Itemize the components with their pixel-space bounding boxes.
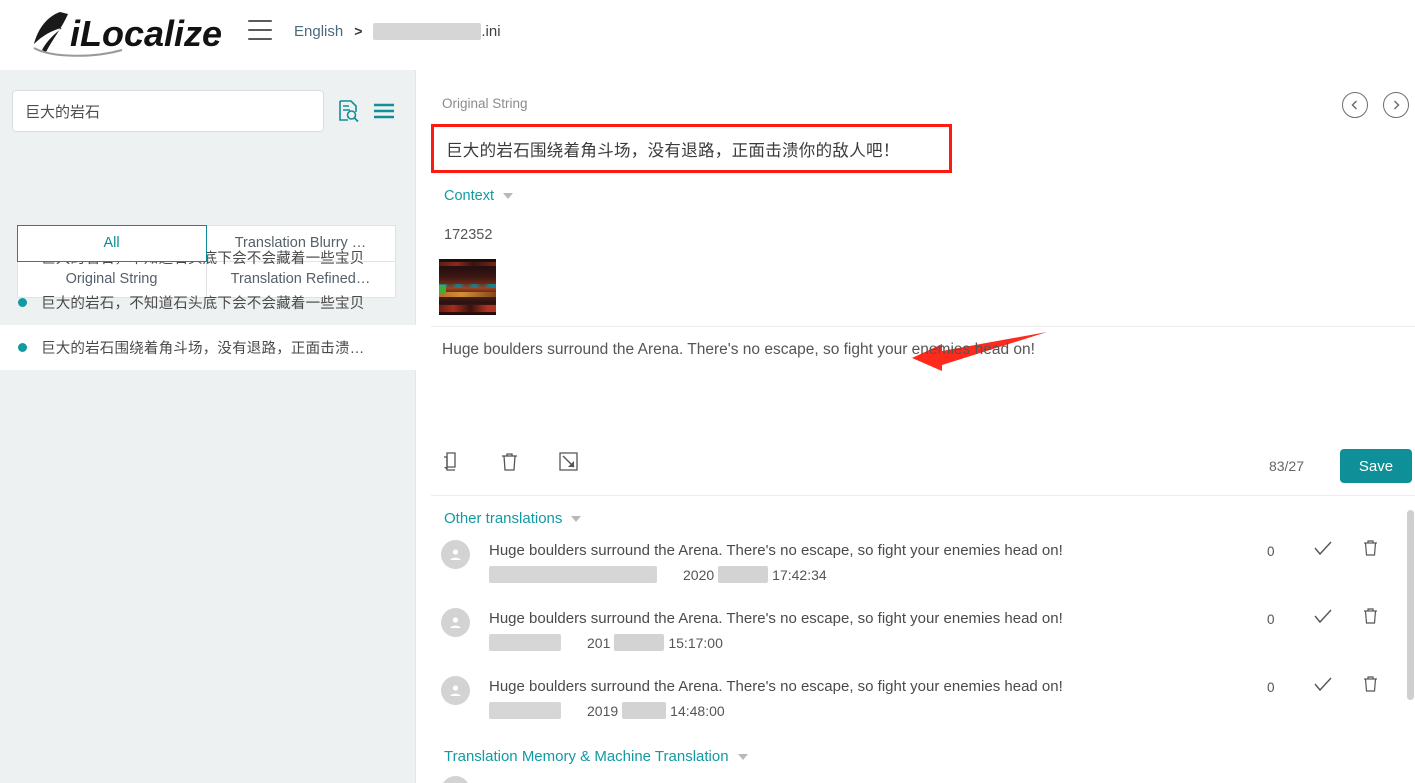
approve-icon[interactable] [1313,540,1333,558]
original-string-label: Original String [442,96,528,111]
search-row [12,90,404,132]
original-string-box: 巨大的岩石围绕着角斗场，没有退路，正面击溃你的敌人吧！ [431,124,952,173]
other-translation-count: 0 [1267,680,1275,695]
save-button[interactable]: Save [1340,449,1412,483]
avatar [441,608,470,637]
filter-all-label: All [103,235,120,251]
copy-icon[interactable] [442,452,460,472]
other-translation-text: Huge boulders surround the Arena. There'… [489,678,1063,695]
other-translation-meta: 2020 17:42:34 [489,566,827,583]
translation-toolbar [442,452,578,472]
list-item-selected[interactable]: 巨大的岩石围绕着角斗场，没有退路，正面击溃… [0,325,416,370]
redacted-date [614,634,665,651]
translation-memory-label: Translation Memory & Machine Translation [444,748,729,765]
delete-icon[interactable] [1363,539,1378,557]
redacted-author [489,634,561,651]
main-panel: Original String 巨大的岩石围绕着角斗场，没有退路，正面击溃你的敌… [417,70,1415,783]
redacted-date [622,702,667,719]
divider [431,326,1415,327]
svg-text:iLocalize: iLocalize [70,13,222,54]
document-search-icon[interactable] [338,100,359,123]
other-translation-date: 2019 [587,702,619,719]
filter-all[interactable]: All [16,224,207,262]
breadcrumb-language[interactable]: English [294,23,343,40]
scrollbar-thumb[interactable] [1407,510,1414,700]
chevron-down-icon [571,515,582,522]
translation-memory-toggle[interactable]: Translation Memory & Machine Translation [444,748,748,765]
redacted-date [718,566,769,583]
delete-icon[interactable] [501,452,518,472]
redacted-filename [373,22,482,40]
other-translations-list: Huge boulders surround the Arena. There'… [417,532,1415,736]
list-item-label: 巨大的岩石围绕着角斗场，没有退路，正面击溃… [41,341,365,357]
character-count: 83/27 [1268,458,1304,474]
avatar [441,776,470,783]
original-string-text: 巨大的岩石围绕着角斗场，没有退路，正面击溃你的敌人吧！ [446,141,900,160]
list-item[interactable]: 巨大的岩石，不知道石头底下会不会藏着一些宝贝 [0,280,416,325]
other-translation-date: 2020 [683,566,715,583]
other-translation-text: Huge boulders surround the Arena. There'… [489,542,1063,559]
other-translations-label: Other translations [444,510,563,527]
breadcrumb-filename[interactable]: .ini [373,22,501,40]
ilocalize-logo[interactable]: iLocalize [22,6,222,62]
other-translation-text: Huge boulders surround the Arena. There'… [489,610,1063,627]
redacted-author [489,702,561,719]
other-translation-count: 0 [1267,612,1275,627]
approve-icon[interactable] [1313,608,1333,626]
other-translation-time: 15:17:00 [668,634,723,651]
list-menu-icon[interactable] [373,102,395,120]
table-row[interactable]: Huge boulders surround the Arena. There'… [417,532,1415,600]
status-bullet-icon [18,298,27,307]
sidebar: All Translation Blurry … Original String… [0,70,416,783]
other-translation-meta: 2019 14:48:00 [489,702,725,719]
prev-string-icon[interactable] [1342,92,1368,118]
breadcrumb-separator: > [354,23,363,39]
app-window: iLocalize English > .ini 巨大的岩石 All Trans… [0,0,1415,783]
other-translation-date: 201 [587,634,611,651]
other-translations-toggle[interactable]: Other translations [444,510,582,527]
search-input[interactable] [12,90,324,132]
divider [431,495,1415,496]
context-screenshot-thumbnail[interactable] [439,259,496,315]
avatar [441,676,470,705]
breadcrumb-file-suffix: .ini [481,22,501,40]
next-string-icon[interactable] [1383,92,1409,118]
translation-textarea[interactable]: Huge boulders surround the Arena. There'… [442,339,1392,361]
chevron-down-icon [502,193,513,199]
avatar [441,540,470,569]
context-section-toggle[interactable]: Context [444,188,513,204]
list-item-label: 巨大的岩石，不知道石头底下会不会藏着一些宝贝 [41,296,365,312]
context-id: 172352 [444,227,493,243]
approve-icon[interactable] [1313,676,1333,694]
context-label: Context [444,188,494,204]
chevron-down-icon [737,753,748,760]
other-translation-meta: 201 15:17:00 [489,634,723,651]
other-translation-count: 0 [1267,544,1275,559]
insert-icon[interactable] [559,452,578,472]
redacted-author [489,566,657,583]
other-translation-time: 14:48:00 [670,702,725,719]
delete-icon[interactable] [1363,675,1378,693]
hamburger-icon[interactable] [248,20,272,40]
navigation-arrows [1342,92,1409,118]
status-bullet-icon [18,343,27,352]
breadcrumb: English > .ini [294,20,501,42]
app-header: iLocalize English > .ini [0,0,1415,70]
other-translation-time: 17:42:34 [772,566,827,583]
table-row[interactable]: Huge boulders surround the Arena. There'… [417,668,1415,736]
table-row[interactable]: Huge boulders surround the Arena. There'… [417,600,1415,668]
delete-icon[interactable] [1363,607,1378,625]
